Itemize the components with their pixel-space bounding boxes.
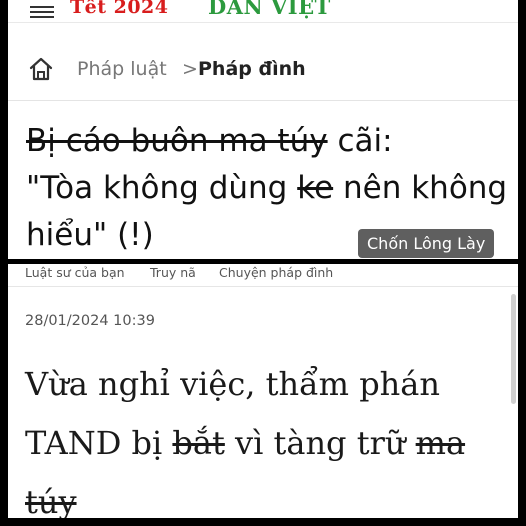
struck-text: ke [297,170,334,206]
headline-text: cãi: [327,123,393,159]
breadcrumb-separator: > [182,58,198,80]
home-icon[interactable] [28,56,54,82]
article-title: Vừa nghỉ việc, thẩm phán TAND bị bắt vì … [25,355,505,518]
watermark-label: Chốn Lông Lày [358,229,495,258]
headline-text: "Tòa không dùng [26,170,298,206]
breadcrumb-parent-link[interactable]: Pháp luật [77,58,167,80]
site-header: Tết 2024 DÂN VIỆT [8,0,518,23]
struck-text: bắt [172,424,225,462]
subnav-item-lawyer[interactable]: Luật sư của bạn [25,265,125,280]
subnav-item-wanted[interactable]: Truy nã [150,265,196,280]
title-text: vì tàng trữ [224,424,416,462]
site-logo[interactable]: DÂN VIỆT [208,0,331,19]
menu-icon[interactable] [30,6,54,18]
top-screenshot: Tết 2024 DÂN VIỆT Pháp luật > Pháp đình … [8,0,518,259]
publish-timestamp: 28/01/2024 10:39 [25,313,155,329]
breadcrumb-current-link[interactable]: Pháp đình [198,58,306,80]
bottom-screenshot: Luật sư của bạn Truy nã Chuyện pháp đình… [8,264,518,518]
scrollbar[interactable] [511,294,516,404]
breadcrumb: Pháp luật > Pháp đình [8,38,518,101]
struck-text: Bị cáo buôn ma túy [26,123,328,159]
tet-logo[interactable]: Tết 2024 [70,0,169,18]
category-subnav: Luật sư của bạn Truy nã Chuyện pháp đình [8,264,518,287]
subnav-item-court-stories[interactable]: Chuyện pháp đình [219,265,333,280]
